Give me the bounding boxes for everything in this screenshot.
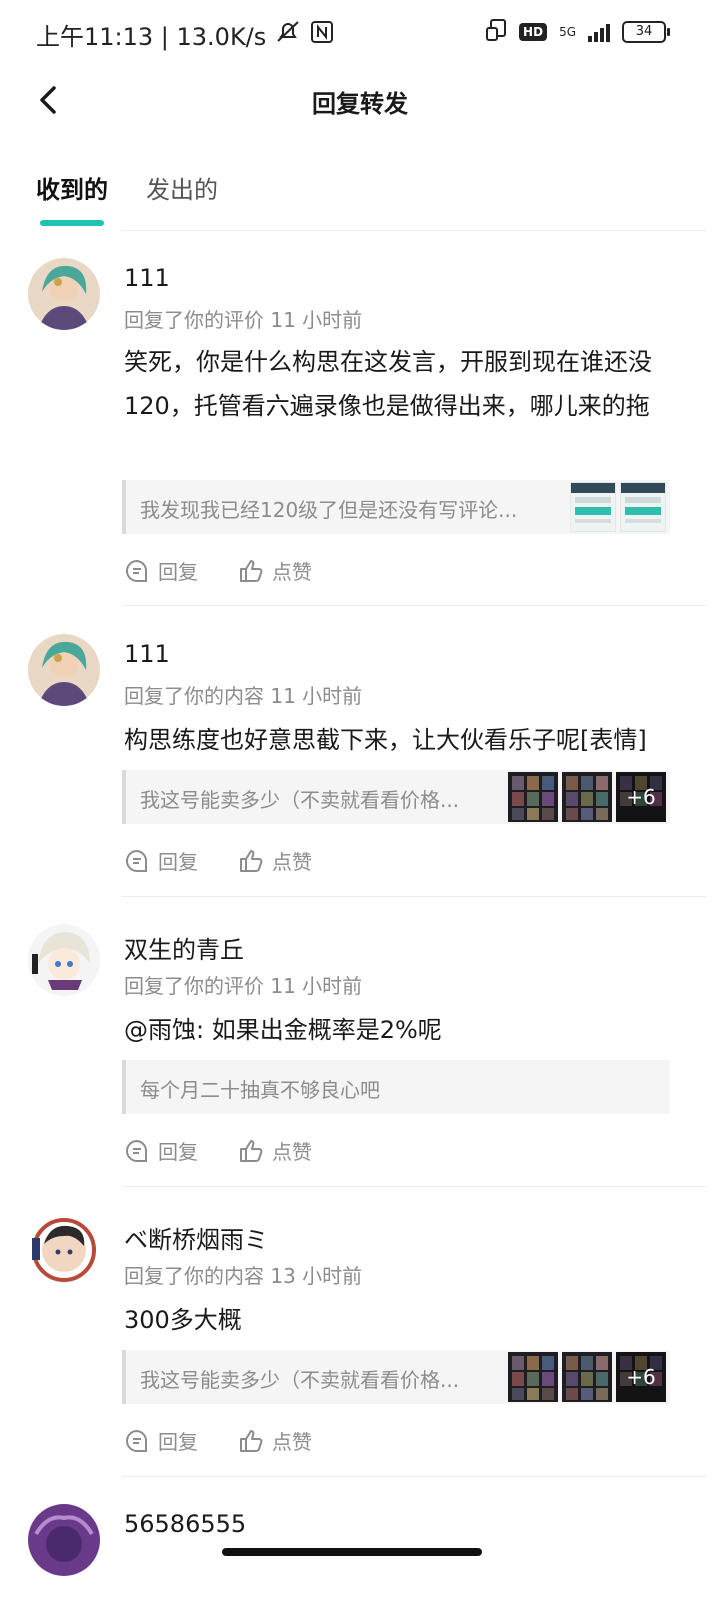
hd-badge: HD: [519, 23, 548, 41]
reply-label: 回复: [158, 850, 198, 874]
like-button[interactable]: 点赞: [238, 846, 312, 875]
thumbnail-image: [562, 772, 612, 822]
reply-label: 回复: [158, 1140, 198, 1164]
tab-bar: 收到的 发出的: [36, 170, 218, 226]
comment-icon: [126, 559, 148, 582]
thumbnail-image: +6: [616, 1352, 666, 1402]
username[interactable]: ベ断桥烟雨ミ: [124, 1220, 268, 1255]
reply-button[interactable]: 回复: [124, 1426, 198, 1455]
username[interactable]: 111: [124, 264, 170, 292]
quoted-text: 我这号能卖多少（不卖就看看价格...: [140, 1368, 460, 1392]
reply-meta: 回复了你的内容 13 小时前: [124, 1264, 363, 1288]
tab-sent-label: 发出的: [146, 176, 218, 204]
thumbnail-image: [620, 482, 666, 532]
quoted-thumbnails: +6: [508, 772, 666, 822]
like-label: 点赞: [272, 1140, 312, 1164]
item-actions: 回复 点赞: [124, 556, 312, 585]
quoted-thumbnails: +6: [508, 1352, 666, 1402]
avatar[interactable]: [28, 1214, 100, 1286]
reply-content[interactable]: 300多大概: [124, 1298, 684, 1342]
thumbnail-image: [508, 772, 558, 822]
reply-content[interactable]: @雨蚀: 如果出金概率是2%呢: [124, 1008, 684, 1052]
like-label: 点赞: [272, 1430, 312, 1454]
thumbnail-image: +6: [616, 772, 666, 822]
quoted-thumbnails: [570, 482, 666, 532]
comment-icon: [126, 1429, 148, 1452]
quoted-post[interactable]: 我这号能卖多少（不卖就看看价格... +6: [122, 1350, 670, 1404]
quoted-post[interactable]: 我发现我已经120级了但是还没有写评论...: [122, 480, 670, 534]
status-right: HD 5G 34: [485, 18, 670, 46]
divider: [122, 896, 706, 897]
tab-received-label: 收到的: [36, 176, 108, 204]
reply-button[interactable]: 回复: [124, 556, 198, 585]
divider: [122, 1186, 706, 1187]
reply-label: 回复: [158, 1430, 198, 1454]
mute-icon: [274, 19, 302, 51]
screen-cast-icon: [485, 18, 507, 46]
comment-icon: [126, 849, 148, 872]
divider: [122, 605, 706, 606]
status-left: 上午11:13 | 13.0K/s: [36, 17, 334, 52]
item-actions: 回复 点赞: [124, 1136, 312, 1165]
reply-content[interactable]: 构思练度也好意思截下来，让大伙看乐子呢[表情]: [124, 718, 684, 762]
signal-icon: [588, 22, 610, 42]
thumbs-up-icon: [240, 1429, 263, 1452]
quoted-post[interactable]: 我这号能卖多少（不卖就看看价格... +6: [122, 770, 670, 824]
reply-button[interactable]: 回复: [124, 1136, 198, 1165]
reply-content[interactable]: 笑死，你是什么构思在这发言，开服到现在谁还没120，托管看六遍录像也是做得出来，…: [124, 340, 684, 428]
like-label: 点赞: [272, 560, 312, 584]
like-button[interactable]: 点赞: [238, 1136, 312, 1165]
battery-icon: 34: [622, 21, 670, 43]
reply-meta: 回复了你的评价 11 小时前: [124, 974, 363, 998]
avatar[interactable]: [28, 634, 100, 706]
username[interactable]: 56586555: [124, 1510, 246, 1538]
username[interactable]: 双生的青丘: [124, 930, 244, 965]
thumbnail-image: [562, 1352, 612, 1402]
quoted-text: 我这号能卖多少（不卖就看看价格...: [140, 788, 460, 812]
reply-label: 回复: [158, 560, 198, 584]
status-bar: 上午11:13 | 13.0K/s HD 5G 34: [0, 0, 720, 64]
home-indicator[interactable]: [222, 1548, 482, 1556]
app-header: 回复转发: [0, 64, 720, 140]
username[interactable]: 111: [124, 640, 170, 668]
nfc-icon: [310, 20, 334, 50]
avatar[interactable]: [28, 1504, 100, 1576]
active-tab-indicator: [40, 220, 104, 226]
item-actions: 回复 点赞: [124, 846, 312, 875]
page-title: 回复转发: [312, 90, 408, 118]
like-label: 点赞: [272, 850, 312, 874]
network-label: 5G: [559, 25, 576, 39]
more-images-count: +6: [616, 1352, 666, 1402]
thumbnail-image: [570, 482, 616, 532]
quoted-text: 每个月二十抽真不够良心吧: [140, 1078, 380, 1102]
tab-received[interactable]: 收到的: [36, 170, 108, 226]
item-actions: 回复 点赞: [124, 1426, 312, 1455]
quoted-post[interactable]: 每个月二十抽真不够良心吧: [122, 1060, 670, 1114]
divider: [122, 230, 706, 231]
like-button[interactable]: 点赞: [238, 556, 312, 585]
tab-sent[interactable]: 发出的: [146, 170, 218, 214]
thumbs-up-icon: [240, 1139, 263, 1162]
reply-meta: 回复了你的内容 11 小时前: [124, 684, 363, 708]
avatar[interactable]: [28, 258, 100, 330]
thumbnail-image: [508, 1352, 558, 1402]
reply-meta: 回复了你的评价 11 小时前: [124, 308, 363, 332]
thumbs-up-icon: [240, 849, 263, 872]
quoted-text: 我发现我已经120级了但是还没有写评论...: [140, 498, 518, 522]
reply-button[interactable]: 回复: [124, 846, 198, 875]
comment-icon: [126, 1139, 148, 1162]
like-button[interactable]: 点赞: [238, 1426, 312, 1455]
thumbs-up-icon: [240, 559, 263, 582]
divider: [122, 1476, 706, 1477]
time-and-speed: 上午11:13 | 13.0K/s: [36, 23, 267, 51]
more-images-count: +6: [616, 772, 666, 822]
avatar[interactable]: [28, 924, 100, 996]
